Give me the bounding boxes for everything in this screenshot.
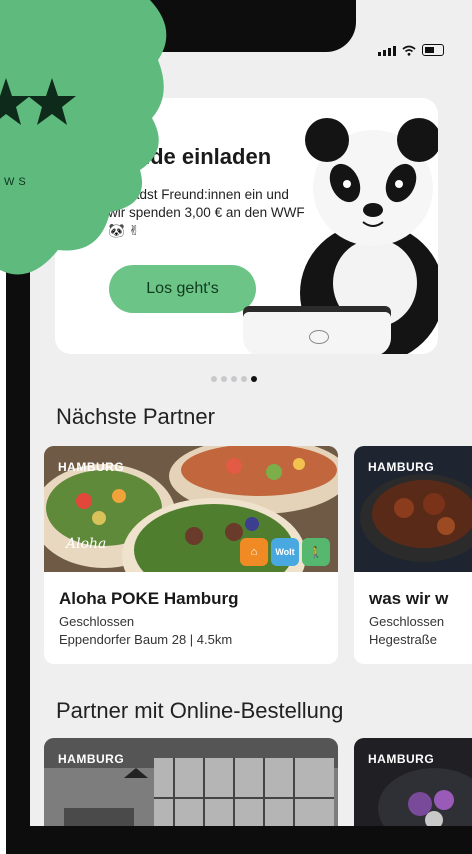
partner-image: HAMBURG (44, 738, 338, 826)
svg-text:Aloha: Aloha (64, 536, 106, 552)
pot-logo (309, 330, 329, 344)
partner-card-was-wir[interactable]: HAMBURG was wir w Geschlossen Hegestraße (354, 446, 472, 664)
online-partner-card[interactable]: HAMBURG (44, 738, 338, 826)
city-tag: HAMBURG (58, 752, 125, 766)
partner-name: was wir w (369, 589, 449, 608)
city-tag: HAMBURG (368, 460, 435, 474)
service-badges: ⌂ Wolt 🚶 (240, 538, 330, 566)
wifi-icon (402, 45, 416, 56)
pot-image (243, 306, 391, 354)
signal-icon (378, 46, 396, 56)
review-badge-blob (0, 0, 167, 275)
partner-address: Hegestraße (369, 632, 437, 647)
partner-status: Geschlossen (369, 614, 445, 629)
nearby-partners-title: Nächste Partner (56, 404, 215, 429)
carousel-dot[interactable] (241, 376, 247, 382)
partner-status: Geschlossen (59, 614, 135, 629)
carousel-dot-active[interactable] (251, 376, 257, 382)
walking-icon: 🚶 (302, 538, 330, 566)
partner-image: HAMBURG (354, 738, 472, 826)
city-tag: HAMBURG (58, 460, 125, 474)
house-icon: ⌂ (240, 538, 268, 566)
partner-name: Aloha POKE Hamburg (59, 589, 239, 608)
carousel-dot[interactable] (221, 376, 227, 382)
status-bar (378, 44, 444, 56)
city-tag: HAMBURG (368, 752, 435, 766)
online-partners-title: Partner mit Online-Bestellung (56, 698, 344, 723)
partner-image: HAMBURG (354, 446, 472, 572)
carousel-dots[interactable] (211, 376, 257, 382)
carousel-dot[interactable] (211, 376, 217, 382)
online-partner-card[interactable]: HAMBURG (354, 738, 472, 826)
partner-image: Aloha HAMBURG ⌂ Wolt 🚶 (44, 446, 338, 572)
wolt-logo-icon: Wolt (271, 538, 299, 566)
reviews-label: WS (4, 176, 30, 188)
carousel-dot[interactable] (231, 376, 237, 382)
partner-card-aloha[interactable]: Aloha HAMBURG ⌂ Wolt 🚶 Aloha POKE Hambur… (44, 446, 338, 664)
partner-address: Eppendorfer Baum 28 | 4.5km (59, 632, 233, 647)
battery-icon (422, 44, 444, 56)
